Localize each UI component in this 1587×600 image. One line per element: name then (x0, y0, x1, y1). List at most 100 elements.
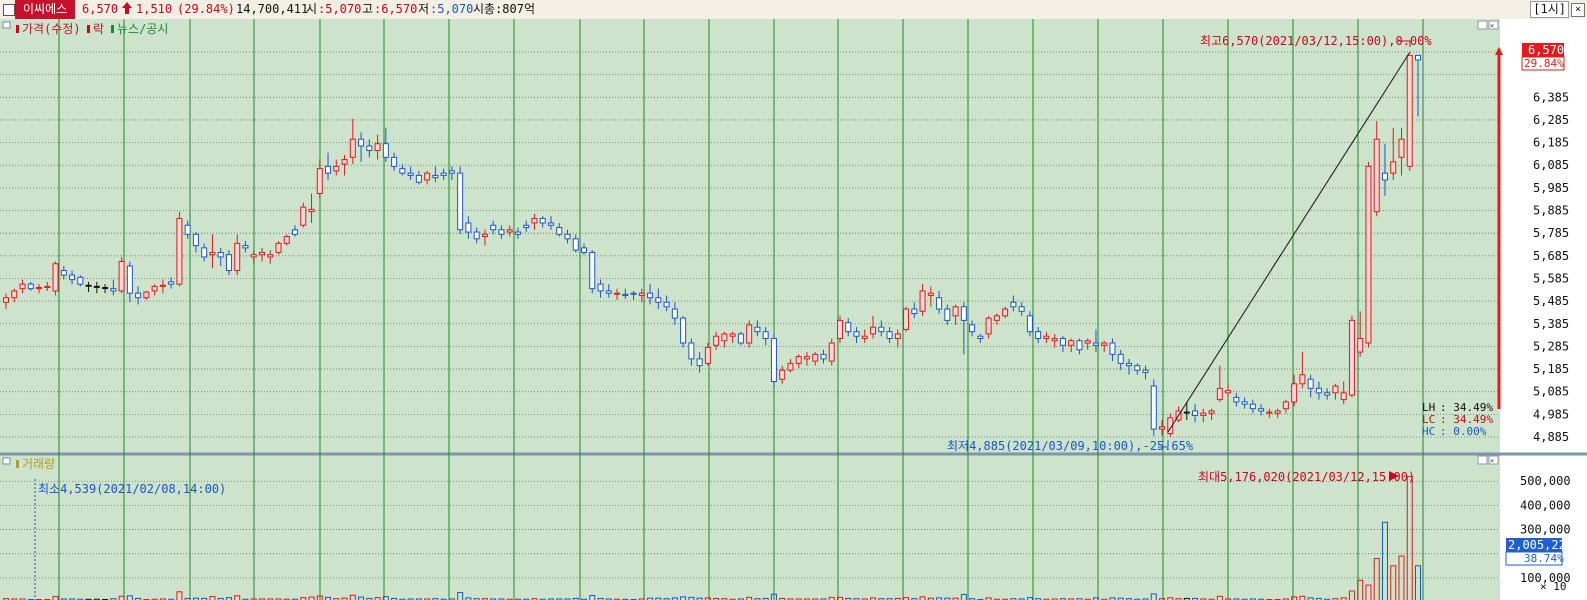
candle-body[interactable] (795, 356, 802, 364)
candle-body[interactable] (638, 292, 645, 296)
candle-body[interactable] (531, 217, 538, 224)
candle-body[interactable] (1225, 390, 1232, 394)
candle-body[interactable] (1340, 392, 1347, 401)
candle-body[interactable] (820, 353, 827, 360)
candle-body[interactable] (60, 270, 67, 276)
candle-body[interactable] (1208, 410, 1215, 414)
candle-body[interactable] (168, 281, 175, 285)
candle-body[interactable] (746, 324, 753, 344)
candle-body[interactable] (77, 276, 84, 285)
candle-body[interactable] (688, 342, 695, 360)
candle-body[interactable] (1249, 403, 1256, 410)
candle-body[interactable] (605, 290, 612, 294)
candle-body[interactable] (1324, 392, 1331, 396)
candle-body[interactable] (118, 260, 125, 292)
candle-body[interactable] (3, 297, 9, 303)
candle-body[interactable] (1348, 319, 1355, 396)
stock-checkbox[interactable] (3, 4, 15, 16)
candle-body[interactable] (1150, 385, 1157, 430)
candle-body[interactable] (721, 333, 728, 342)
candle-body[interactable] (1059, 337, 1066, 346)
candle-body[interactable] (440, 172, 447, 176)
candle-body[interactable] (779, 369, 786, 380)
candle-body[interactable] (267, 254, 274, 258)
candle-body[interactable] (143, 291, 150, 299)
candle-body[interactable] (1415, 54, 1421, 61)
candle-body[interactable] (275, 242, 282, 253)
candle-body[interactable] (1101, 342, 1108, 346)
candle-body[interactable] (787, 362, 794, 371)
candle-body[interactable] (176, 217, 183, 285)
candle-body[interactable] (407, 172, 414, 176)
candle-body[interactable] (1258, 408, 1265, 412)
candle-body[interactable] (927, 292, 934, 296)
legend-price[interactable]: 가격(수정) (22, 22, 81, 36)
candle-body[interactable] (1134, 365, 1141, 371)
candle-body[interactable] (217, 251, 224, 258)
candle-body[interactable] (201, 247, 208, 258)
candle-body[interactable] (457, 172, 464, 231)
candle-body[interactable] (1117, 353, 1124, 364)
candle-body[interactable] (1274, 410, 1281, 414)
candle-body[interactable] (969, 324, 976, 333)
candle-body[interactable] (490, 224, 497, 231)
candle-body[interactable] (1010, 301, 1017, 308)
candle-body[interactable] (349, 138, 356, 158)
candle-body[interactable] (358, 138, 365, 147)
candle-body[interactable] (754, 326, 761, 333)
candle-body[interactable] (614, 292, 621, 295)
candle-body[interactable] (424, 172, 431, 181)
candle-body[interactable] (1266, 411, 1273, 414)
candle-body[interactable] (258, 251, 265, 256)
candle-body[interactable] (1183, 411, 1190, 414)
candle-body[interactable] (1068, 340, 1075, 346)
candle-body[interactable] (308, 208, 315, 213)
candle-body[interactable] (85, 284, 92, 287)
candle-body[interactable] (192, 233, 199, 247)
candle-body[interactable] (1026, 315, 1033, 333)
candle-body[interactable] (234, 242, 241, 272)
legend-ex-rights[interactable]: 락 (93, 22, 104, 36)
candle-body[interactable] (597, 283, 604, 292)
candle-body[interactable] (1373, 138, 1380, 213)
candle-body[interactable] (1125, 362, 1132, 367)
candle-body[interactable] (333, 165, 340, 172)
candle-body[interactable] (159, 284, 166, 287)
candle-body[interactable] (481, 233, 488, 238)
candle-body[interactable] (737, 333, 744, 344)
candle-body[interactable] (903, 308, 910, 330)
candle-body[interactable] (341, 159, 348, 165)
candle-body[interactable] (647, 292, 654, 299)
candle-body[interactable] (630, 292, 637, 295)
candle-body[interactable] (498, 229, 505, 235)
candle-body[interactable] (283, 236, 290, 244)
candle-body[interactable] (300, 206, 307, 226)
candle-body[interactable] (1233, 396, 1240, 403)
candle-body[interactable] (770, 337, 777, 383)
candle-body[interactable] (19, 283, 26, 290)
candle-body[interactable] (1092, 342, 1099, 346)
candle-body[interactable] (828, 342, 835, 362)
stock-name[interactable]: 이씨에스 (15, 0, 76, 19)
candle-body[interactable] (1084, 340, 1091, 344)
candle-body[interactable] (1142, 369, 1149, 373)
candle-body[interactable] (366, 145, 373, 152)
candle-body[interactable] (853, 331, 860, 337)
candle-body[interactable] (836, 319, 843, 339)
candle-body[interactable] (135, 292, 142, 299)
candle-body[interactable] (225, 254, 232, 272)
candle-body[interactable] (1307, 378, 1314, 389)
candle-body[interactable] (539, 217, 546, 224)
candle-body[interactable] (985, 317, 992, 335)
candle-body[interactable] (316, 168, 323, 195)
candle-body[interactable] (52, 263, 59, 292)
candle-body[interactable] (1398, 138, 1405, 158)
candle-body[interactable] (547, 222, 554, 226)
candle-body[interactable] (1315, 387, 1322, 394)
candle-body[interactable] (919, 290, 926, 312)
candle-body[interactable] (572, 238, 579, 251)
candle-body[interactable] (1159, 426, 1166, 430)
candle-body[interactable] (556, 227, 563, 235)
candle-body[interactable] (993, 315, 1000, 321)
candle-body[interactable] (1299, 374, 1306, 385)
